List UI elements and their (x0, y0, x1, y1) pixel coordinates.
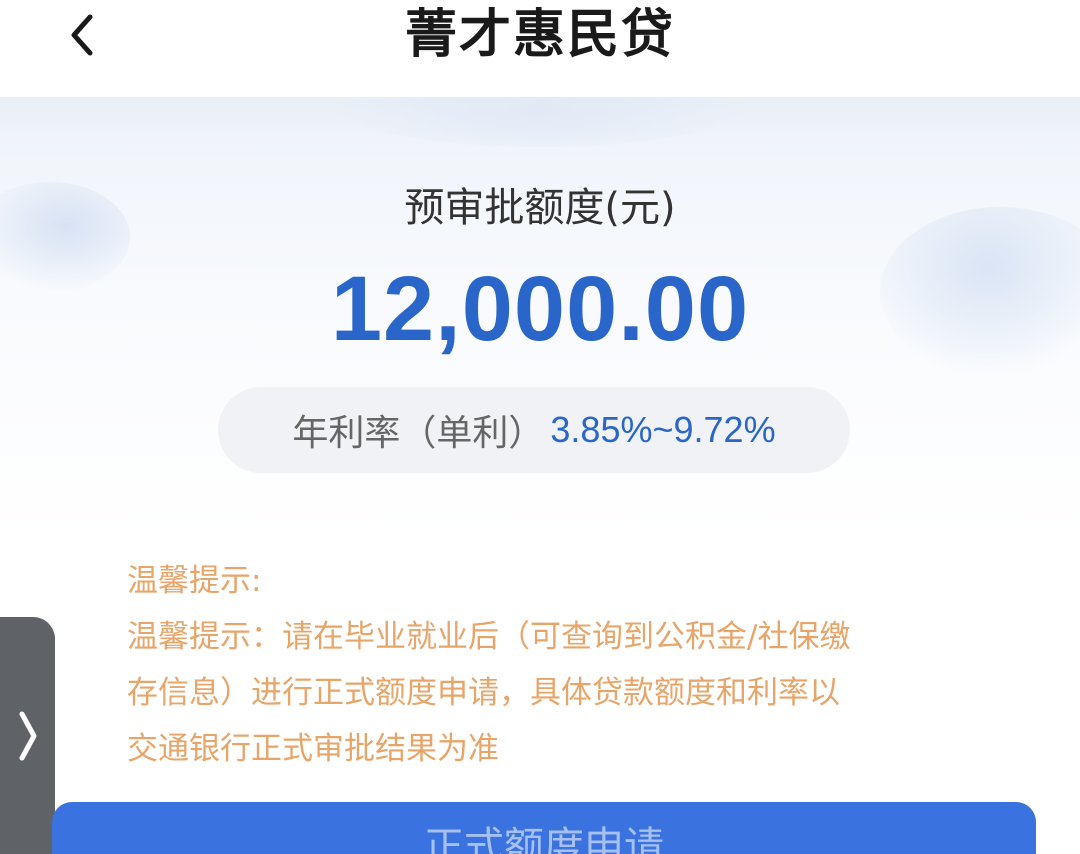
rate-label: 年利率（单利） (292, 413, 545, 454)
warm-tips: 温馨提示: 温馨提示：请在毕业就业后（可查询到公积金/社保缴 存信息）进行正式额… (127, 553, 957, 777)
side-expand-tab[interactable] (0, 617, 55, 854)
limit-label: 预审批额度(元) (404, 185, 676, 231)
nav-header: 菁才惠民贷 (0, 0, 1080, 97)
loan-page: 菁才惠民贷 预审批额度(元) 12,000.00 年利率（单利） 3.85%~9… (0, 0, 1080, 854)
rate-value: 3.85%~9.72% (550, 409, 776, 450)
credit-limit-card: 预审批额度(元) 12,000.00 年利率（单利） 3.85%~9.72% (0, 97, 1080, 537)
limit-amount: 12,000.00 (330, 258, 750, 360)
page-title: 菁才惠民贷 (404, 5, 675, 65)
chevron-right-icon (19, 711, 36, 760)
warm-tips-line: 温馨提示：请在毕业就业后（可查询到公积金/社保缴 (127, 619, 851, 655)
warm-tips-line: 存信息）进行正式额度申请，具体贷款额度和利率以 (127, 675, 840, 711)
warm-tips-heading: 温馨提示: (127, 563, 262, 599)
decorative-cloud (330, 97, 750, 147)
interest-rate-pill: 年利率（单利） 3.85%~9.72% (218, 387, 850, 473)
apply-button[interactable]: 正式额度申请 (52, 802, 1036, 854)
warm-tips-line: 交通银行正式审批结果为准 (127, 731, 499, 767)
